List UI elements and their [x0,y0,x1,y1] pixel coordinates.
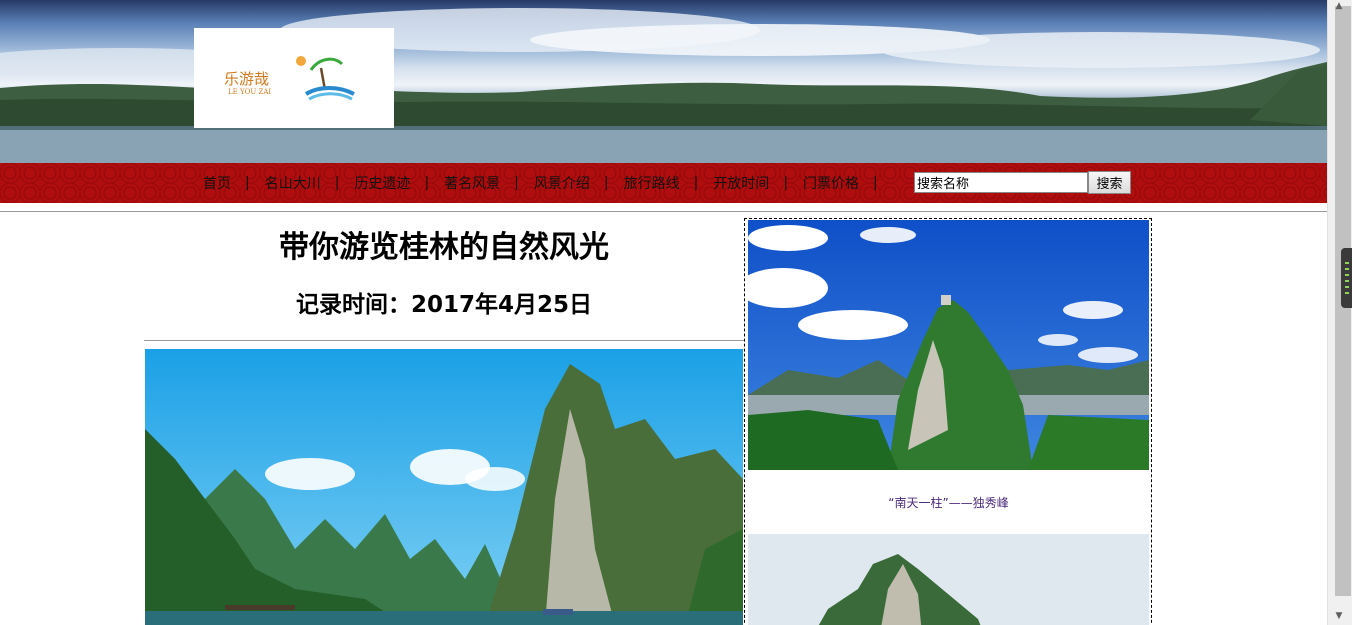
search-button[interactable]: 搜索 [1088,171,1131,194]
article-date: 记录时间：2017年4月25日 [295,292,593,318]
nav-separator: | [873,175,878,191]
nav-links: 首页 | 名山大川 | 历史遗迹 | 著名风景 | 风景介绍 | 旅行路线 | … [203,163,893,203]
nav-separator: | [514,175,519,191]
karst-river-image [145,349,743,625]
article-title: 带你游览桂林的自然风光 [279,230,609,265]
nav-item-mountains[interactable]: 名山大川 [265,173,321,193]
scroll-up-icon[interactable]: ▲ [1333,0,1345,14]
nav-separator: | [693,175,699,191]
article-divider [144,340,744,341]
nav-separator: | [334,175,340,191]
sidebar-photo[interactable] [748,220,1149,470]
nav-item-ticket-prices[interactable]: 门票价格 [803,173,859,193]
nav-item-travel-routes[interactable]: 旅行路线 [624,173,680,193]
logo-subtext: LE YOU ZAI [228,88,271,96]
scroll-down-icon[interactable]: ▼ [1333,609,1345,623]
nav-item-opening-hours[interactable]: 开放时间 [713,173,769,193]
karst-peak-image [748,534,1149,625]
nav-separator: | [783,175,789,191]
nav-item-historic-sites[interactable]: 历史遗迹 [354,173,410,193]
article-photo [145,349,743,625]
nav-separator: | [603,175,609,191]
sidebar-caption[interactable]: “南天一柱”——独秀峰 [748,494,1149,511]
search-input[interactable] [914,172,1088,193]
nav-separator: | [245,175,250,191]
nav-item-famous-scenery[interactable]: 著名风景 [444,173,500,193]
nav-item-home[interactable]: 首页 [203,173,231,193]
sidebar-photo[interactable] [748,534,1149,625]
duxiu-peak-image [748,220,1149,470]
logo-text: 乐游哉 [224,70,269,88]
nav-separator: | [424,175,430,191]
nav-item-scenery-intro[interactable]: 风景介绍 [534,173,590,193]
header-banner: 乐游哉 LE YOU ZAI [0,0,1327,163]
sidebar: “南天一柱”——独秀峰 [744,218,1152,625]
site-logo[interactable]: 乐游哉 LE YOU ZAI [194,28,394,128]
side-widget-icon[interactable] [1341,248,1352,308]
logo-graphic: 乐游哉 LE YOU ZAI [224,56,355,101]
header-divider [0,211,1327,212]
